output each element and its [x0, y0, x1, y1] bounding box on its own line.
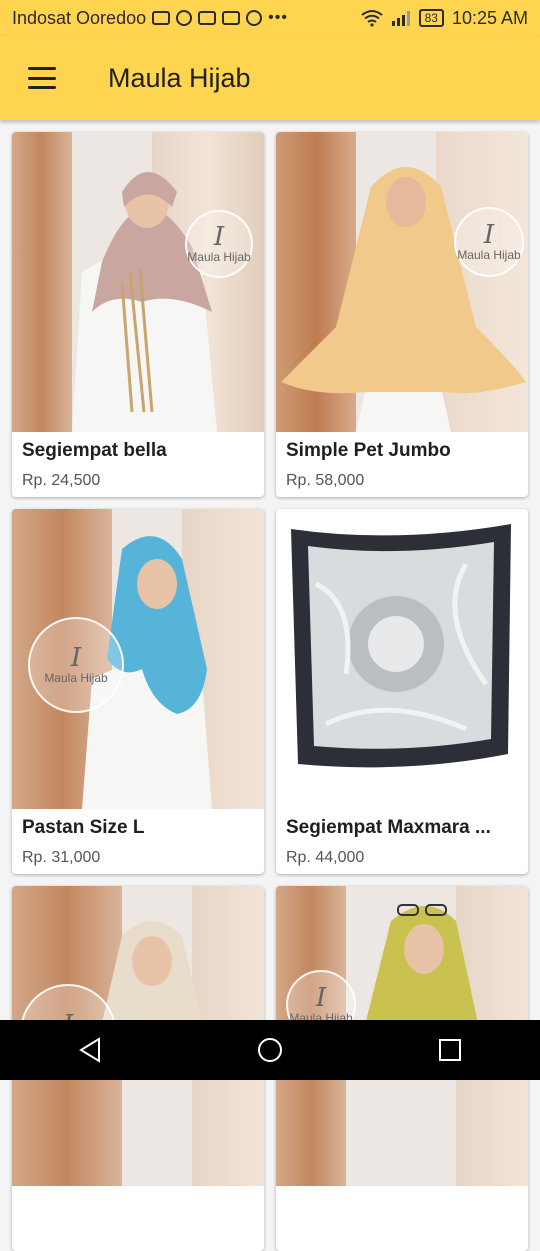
wifi-icon [360, 10, 383, 27]
app-title: Maula Hijab [108, 62, 251, 93]
product-card[interactable]: I Maula Hijab Pastan Size L Rp. 31,000 [12, 509, 264, 874]
shopping-bag-icon [198, 11, 217, 25]
hamburger-menu-icon[interactable] [28, 67, 56, 89]
chat-icon [246, 10, 263, 26]
carrier-name: Indosat Ooredoo [12, 7, 147, 28]
linkedin-icon [222, 11, 241, 25]
status-bar: Indosat Ooredoo ••• 83 10:25 AM [0, 0, 540, 36]
battery-icon: 83 [418, 9, 444, 27]
back-icon[interactable] [60, 1020, 120, 1080]
product-name: Simple Pet Jumbo [286, 440, 451, 461]
product-card[interactable]: I Maula Hijab Simple Pet Jumbo Rp. 58,00… [276, 132, 528, 497]
product-image: I Maula Hijab [12, 509, 264, 809]
product-name: Pastan Size L [22, 817, 145, 838]
product-price: Rp. 44,000 [286, 849, 365, 866]
recent-apps-icon[interactable] [420, 1020, 480, 1080]
product-grid: I Maula Hijab Segiempat bella Rp. 24,500… [12, 132, 528, 1251]
watermark-logo: I Maula Hijab [28, 617, 124, 713]
product-image: I Maula Hijab [12, 132, 264, 432]
product-price: Rp. 31,000 [22, 849, 101, 866]
clock: 10:25 AM [451, 7, 528, 28]
product-price: Rp. 24,500 [22, 472, 101, 489]
home-icon[interactable] [240, 1020, 300, 1080]
product-card[interactable]: I Maula Hijab Segiempat bella Rp. 24,500 [12, 132, 264, 497]
app-bar: Maula Hijab [0, 36, 540, 120]
product-card[interactable]: Segiempat Maxmara ... Rp. 44,000 [276, 509, 528, 874]
product-name: Segiempat bella [22, 440, 167, 461]
signal-icon [391, 11, 410, 26]
product-image [276, 509, 528, 809]
bitcoin-icon [176, 10, 193, 26]
more-notifications-icon: ••• [268, 9, 288, 26]
product-image: I Maula Hijab [276, 132, 528, 432]
product-price: Rp. 58,000 [286, 472, 365, 489]
watermark-logo: I Maula Hijab [454, 207, 524, 277]
system-navigation-bar [0, 1020, 540, 1080]
laptop-icon [152, 11, 171, 25]
product-name: Segiempat Maxmara ... [286, 817, 491, 838]
watermark-logo: I Maula Hijab [185, 210, 253, 278]
